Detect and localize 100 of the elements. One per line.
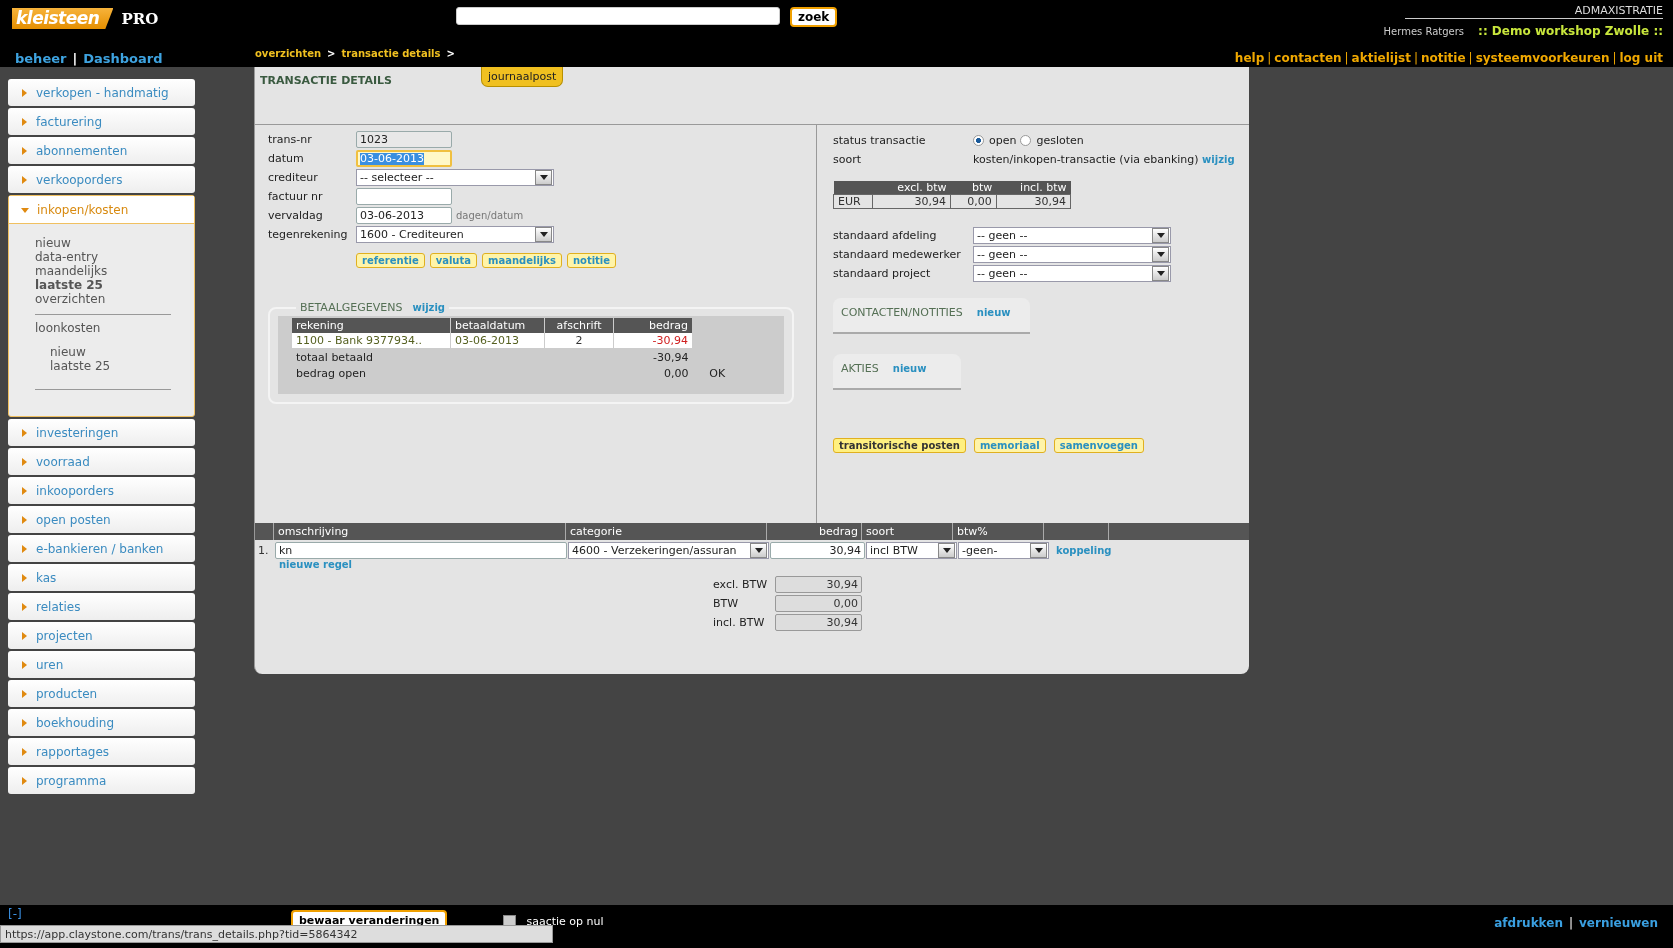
nav-link[interactable]: Dashboard [83,51,163,66]
footer-link[interactable]: afdrukken [1494,916,1563,930]
sidebar-item[interactable]: relaties [8,593,195,620]
top-link[interactable]: systeemvoorkeuren [1475,51,1610,65]
sidebar-label: producten [36,686,98,701]
sidebar-label: uren [36,657,64,672]
field-label: standaard medewerker [833,248,962,261]
dropdown[interactable]: -- geen -- [973,265,1171,282]
search-button[interactable]: zoek [790,7,838,27]
total-label: BTW [713,597,740,610]
submenu-item[interactable]: nieuw [50,345,86,359]
text-field[interactable]: 03-06-2013 [356,150,452,167]
submenu-item[interactable]: maandelijks [35,264,108,278]
sidebar-label: programma [36,773,107,788]
sidebar-label: boekhouding [36,715,115,730]
caret-icon [20,631,28,640]
submenu-item[interactable]: laatste 25 [35,278,103,292]
text-field[interactable]: 03-06-2013 [356,207,452,224]
sidebar-item[interactable]: producten [8,680,195,707]
search-field[interactable] [456,7,780,25]
caret-icon [1034,548,1043,553]
total-label: bedrag open [296,367,366,380]
sidebar-item[interactable]: inkopen/kosten nieuw data-entry maandelijks laatste 25 overzichten loonkosten nieuw laatste 25 [8,195,195,417]
sidebar-item[interactable]: inkooporders [8,477,195,504]
vat-dropdown[interactable]: -geen- [958,542,1049,559]
sidebar-item[interactable]: kas [8,564,195,591]
sidebar-item[interactable]: projecten [8,622,195,649]
sidebar-item[interactable]: programma [8,767,195,794]
field-label: standaard project [833,267,932,280]
sidebar-item[interactable]: investeringen [8,419,195,446]
action-button[interactable]: transitorische posten [833,438,966,453]
sidebar-label: kas [36,570,57,585]
status-url-tooltip: https://app.claystone.com/trans/trans_details.php?tid=5864342 [0,925,553,943]
top-link[interactable]: notitie [1420,51,1466,65]
column-header: btw [950,181,997,195]
sidebar-item[interactable]: open posten [8,506,195,533]
submenu-item[interactable]: data-entry [35,250,99,264]
dropdown[interactable]: 1600 - Crediteuren [356,226,554,243]
separator: | [1267,51,1272,65]
sidebar-item[interactable]: facturering [8,108,195,135]
sidebar-label: facturering [36,114,103,129]
caret-icon [20,602,28,611]
column-header: betaaldatum [450,318,545,333]
column-header: omschrijving [274,523,566,540]
column-header: excl. btw [872,181,951,195]
checkbox-label: saactie op nul [526,915,604,928]
radio-option[interactable]: gesloten [1020,134,1084,147]
sidebar-label: rapportages [36,744,110,759]
breadcrumb-separator: > [446,48,455,59]
sidebar-item[interactable]: e-bankieren / banken [8,535,195,562]
caret-icon [20,747,28,756]
sidebar-item[interactable]: uren [8,651,195,678]
sidebar-item[interactable]: abonnementen [8,137,195,164]
total-field: 30,94 [775,614,862,631]
journal-tab[interactable]: journaalpost [481,67,564,87]
radio-option[interactable]: open [973,134,1017,147]
caret-icon [1156,271,1165,276]
submenu-item[interactable]: overzichten [35,292,106,306]
dropdown[interactable]: -- selecteer -- [356,169,554,186]
caret-icon [20,776,28,785]
submenu-item[interactable]: nieuw [35,236,71,250]
submenu-item[interactable]: laatste 25 [50,359,111,373]
sidebar-item[interactable]: voorraad [8,448,195,475]
company-name: :: Demo workshop Zwolle :: [1478,24,1663,38]
caret-icon [1156,233,1165,238]
separator: | [1568,916,1573,930]
sidebar-item[interactable]: boekhouding [8,709,195,736]
caret-icon [942,548,951,553]
top-link[interactable]: aktielijst [1351,51,1411,65]
caret-icon [754,548,763,553]
category-dropdown[interactable]: 4600 - Verzekeringen/assuran [568,542,769,559]
breadcrumb-link[interactable]: overzichten [255,48,322,59]
sidebar-item[interactable]: verkopen - handmatig [8,79,195,106]
caret-icon [20,515,28,524]
footer-link[interactable]: vernieuwen [1579,916,1658,930]
field-label: status transactie [833,134,927,147]
sidebar-label: investeringen [36,425,119,440]
submenu-item[interactable]: loonkosten [35,321,101,335]
sidebar-label: abonnementen [36,143,128,158]
top-link[interactable]: log uit [1619,51,1663,65]
type-dropdown[interactable]: incl BTW [866,542,957,559]
collapse-toggle[interactable]: [-] [8,907,291,921]
dropdown[interactable]: -- geen -- [973,246,1171,263]
text-field[interactable] [356,188,452,205]
sidebar-item[interactable]: rapportages [8,738,195,765]
breadcrumb-link[interactable]: transactie details [341,48,441,59]
amount-field[interactable]: 30,94 [770,542,865,559]
top-link[interactable]: help [1234,51,1265,65]
sidebar-label: e-bankieren / banken [36,541,164,556]
caret-icon [20,175,28,184]
field-label: datum [268,152,305,165]
total-label: excl. BTW [713,578,769,591]
sidebar-item[interactable]: verkooporders [8,166,195,193]
description-field[interactable]: kn [275,542,567,559]
nav-link[interactable]: beheer [15,51,67,66]
top-link[interactable]: contacten [1274,51,1342,65]
edition-label: PRO [121,9,159,28]
logo: kleisteen [12,8,114,29]
dropdown[interactable]: -- geen -- [973,227,1171,244]
table-cell: 30,94 [996,194,1071,209]
